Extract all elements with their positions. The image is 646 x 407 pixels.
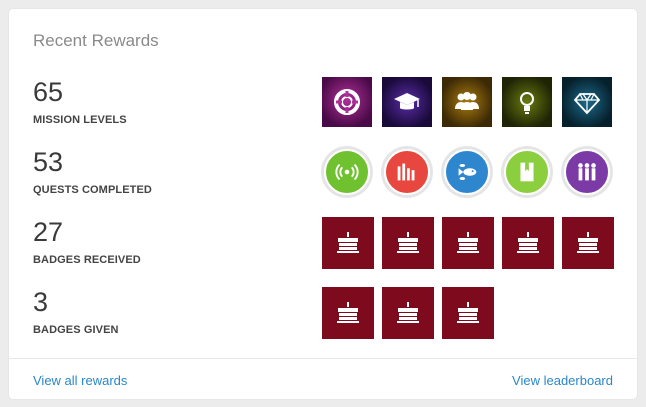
- cake-icon[interactable]: [562, 217, 614, 269]
- cake-icon[interactable]: [382, 217, 434, 269]
- reward-row-badges-given: 3 BADGES GIVEN: [33, 287, 613, 347]
- bookmark-icon[interactable]: [501, 146, 553, 198]
- cake-icon[interactable]: [502, 217, 554, 269]
- view-leaderboard-link[interactable]: View leaderboard: [512, 373, 613, 388]
- reward-count: 53: [33, 147, 64, 177]
- cake-icon[interactable]: [382, 287, 434, 339]
- card-title: Recent Rewards: [33, 31, 159, 50]
- fish-icon[interactable]: [441, 146, 493, 198]
- people-icon[interactable]: [561, 146, 613, 198]
- card-footer: View all rewards View leaderboard: [9, 358, 637, 400]
- broadcast-icon[interactable]: [321, 146, 373, 198]
- recent-rewards-card: Recent Rewards 65 MISSION LEVELS 53 QUES…: [9, 9, 637, 399]
- cake-icon[interactable]: [322, 287, 374, 339]
- lifebuoy-icon[interactable]: [322, 77, 372, 127]
- reward-row-quests-completed: 53 QUESTS COMPLETED: [33, 146, 613, 207]
- diamond-icon[interactable]: [562, 77, 612, 127]
- graduation-cap-icon[interactable]: [382, 77, 432, 127]
- reward-label: BADGES GIVEN: [33, 324, 119, 336]
- cake-icon[interactable]: [442, 217, 494, 269]
- reward-count: 27: [33, 217, 64, 247]
- reward-row-mission-levels: 65 MISSION LEVELS: [33, 77, 613, 137]
- group-icon[interactable]: [442, 77, 492, 127]
- cake-icon[interactable]: [442, 287, 494, 339]
- reward-label: BADGES RECEIVED: [33, 254, 141, 266]
- reward-count: 3: [33, 287, 49, 317]
- cake-icon[interactable]: [322, 217, 374, 269]
- bar-chart-icon[interactable]: [381, 146, 433, 198]
- reward-label: QUESTS COMPLETED: [33, 184, 152, 196]
- lightbulb-icon[interactable]: [502, 77, 552, 127]
- reward-row-badges-received: 27 BADGES RECEIVED: [33, 217, 614, 277]
- view-all-rewards-link[interactable]: View all rewards: [33, 373, 127, 388]
- reward-count: 65: [33, 77, 64, 107]
- reward-label: MISSION LEVELS: [33, 114, 127, 126]
